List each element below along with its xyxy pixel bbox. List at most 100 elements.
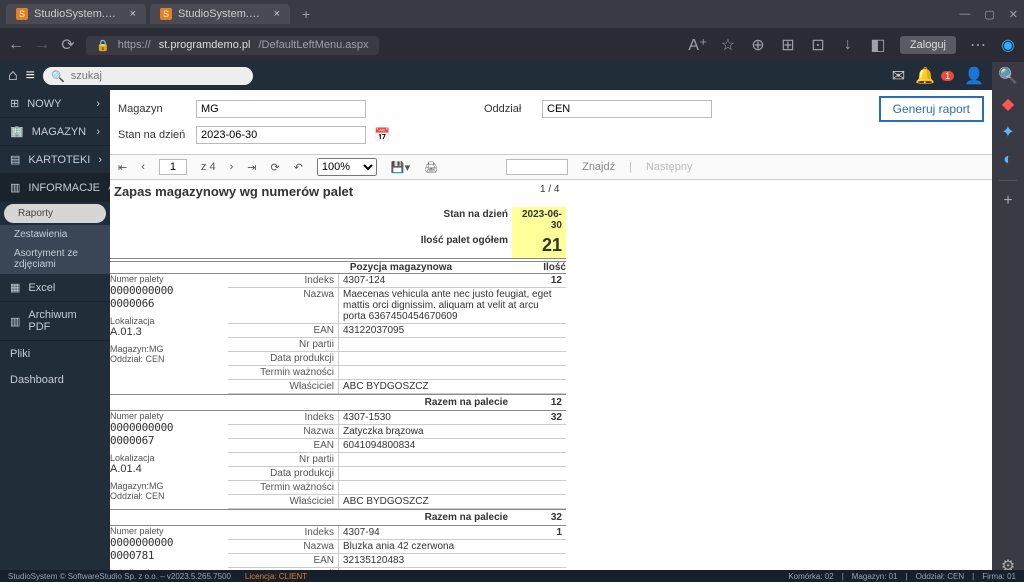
sidebar-item-excel[interactable]: ▦ Excel	[0, 274, 110, 302]
report-header: Stan na dzień2023-06-30 Ilość palet ogół…	[110, 207, 566, 259]
browser-tab-2[interactable]: S StudioSystem.NET (c) SoftwareS ×	[150, 4, 290, 24]
svg-text:S: S	[163, 9, 169, 19]
app-icon[interactable]: ◧	[870, 37, 886, 53]
sidebar-label: KARTOTEKI	[28, 154, 90, 166]
status-oddzial: Oddział: CEN	[916, 572, 964, 581]
user-avatar-icon[interactable]: 👤	[964, 66, 984, 86]
cards-icon: ▤	[10, 153, 20, 166]
sidebar-label: NOWY	[27, 98, 61, 110]
sidebar-item-dashboard[interactable]: Dashboard	[0, 367, 110, 393]
games-side-icon[interactable]: ◐	[1000, 152, 1016, 168]
export-icon[interactable]: 💾▾	[391, 161, 410, 174]
page-count: z 4	[201, 161, 216, 173]
browser-side-panel: 🔍 ◆ ✦ ◐ + ⚙	[992, 62, 1024, 582]
star-icon[interactable]: ☆	[720, 37, 736, 53]
status-firma: Firma: 01	[982, 572, 1016, 581]
page-number-input[interactable]	[159, 159, 187, 175]
sidebar-item-kartoteki[interactable]: ▤ KARTOTEKI	[0, 146, 110, 174]
add-side-icon[interactable]: +	[1000, 193, 1016, 209]
tab-close-icon[interactable]: ×	[130, 8, 136, 20]
report-group: Numer palety 00000000000000067Lokalizacj…	[110, 411, 566, 509]
calendar-icon[interactable]: 📅	[374, 127, 390, 143]
sidebar-sub-zestawienia[interactable]: Zestawienia	[0, 225, 110, 244]
window-close-icon[interactable]: ✕	[1009, 8, 1018, 21]
copilot-icon[interactable]: ◉	[1000, 37, 1016, 53]
first-page-icon[interactable]: ⇤	[118, 161, 127, 174]
status-komorka: Komórka: 02	[788, 572, 833, 581]
stan-input[interactable]	[196, 126, 366, 144]
refresh-icon[interactable]: ⟳	[270, 161, 279, 174]
search-side-icon[interactable]: 🔍	[1000, 68, 1016, 84]
col-pozycja: Pozycja magazynowa	[290, 262, 512, 273]
prev-page-icon[interactable]: ‹	[141, 161, 145, 173]
warehouse-icon: 🏢	[10, 125, 24, 138]
menu-icon[interactable]: ⋯	[970, 37, 986, 53]
oddzial-input[interactable]	[542, 100, 712, 118]
sidebar-sub-asortyment[interactable]: Asortyment ze zdjęciami	[0, 244, 110, 274]
generate-report-button[interactable]: Generuj raport	[879, 96, 984, 122]
extensions-icon[interactable]: ⊡	[810, 37, 826, 53]
url-prefix: https://	[118, 39, 151, 51]
stan-label: Stan na dzień	[118, 129, 188, 141]
mail-icon[interactable]: ✉	[892, 66, 905, 86]
oddzial-label: Oddział	[484, 103, 534, 115]
find-input[interactable]	[506, 159, 568, 175]
collections-icon[interactable]: ⊞	[780, 37, 796, 53]
tab-close-icon[interactable]: ×	[274, 8, 280, 20]
sidebar-item-nowy[interactable]: ⊞ NOWY	[0, 90, 110, 118]
window-minimize-icon[interactable]: —	[959, 8, 970, 21]
back-icon[interactable]: ↶	[294, 161, 303, 174]
browser-tab-1[interactable]: S StudioSystem.NET (c) SoftwareS ×	[6, 4, 146, 24]
downloads-icon[interactable]: ↓	[840, 37, 856, 53]
header-total-label: Ilość palet ogółem	[110, 233, 512, 258]
browser-tab-strip: S StudioSystem.NET (c) SoftwareS × S Stu…	[0, 0, 1024, 28]
sidebar-item-informacje[interactable]: ▥ INFORMACJE ˄	[0, 174, 110, 202]
hamburger-icon[interactable]: ≡	[26, 67, 35, 85]
print-icon[interactable]: 🖨	[424, 161, 438, 174]
find-next-button[interactable]: Następny	[646, 161, 692, 173]
sidebar-sub-raporty[interactable]: Raporty	[4, 204, 106, 223]
shopping-side-icon[interactable]: ◆	[1000, 96, 1016, 112]
url-host: st.programdemo.pl	[159, 39, 251, 51]
favicon-icon: S	[160, 8, 172, 20]
status-magazyn: Magazyn: 01	[852, 572, 898, 581]
app-search[interactable]: 🔍	[43, 67, 253, 85]
sidebar-item-magazyn[interactable]: 🏢 MAGAZYN	[0, 118, 110, 146]
app-area: ⌂ ≡ 🔍 ✉ 🔔1 👤 ⊞ NOWY 🏢 MAGAZYN ▤ KARTOTEK…	[0, 62, 992, 570]
nav-reload-icon[interactable]: ⟳	[60, 37, 76, 53]
nav-back-icon[interactable]: ←	[8, 37, 24, 53]
next-page-icon[interactable]: ›	[230, 161, 234, 173]
search-icon: 🔍	[51, 70, 65, 83]
col-ilosc: Ilość	[512, 262, 566, 273]
bell-icon[interactable]: 🔔	[915, 66, 935, 86]
favicon-icon: S	[16, 8, 28, 20]
sidebar-item-archiwum[interactable]: ▥ Archiwum PDF	[0, 302, 110, 341]
read-aloud-icon[interactable]: A⁺	[690, 37, 706, 53]
tools-side-icon[interactable]: ✦	[1000, 124, 1016, 140]
sidebar-label: Excel	[28, 282, 55, 294]
last-page-icon[interactable]: ⇥	[247, 161, 256, 174]
report-body[interactable]: Zapas magazynowy wg numerów palet 1 / 4 …	[110, 180, 992, 570]
magazyn-input[interactable]	[196, 100, 366, 118]
status-copyright: StudioSystem © SoftwareStudio Sp. z o.o.…	[8, 572, 231, 581]
report-toolbar: ⇤ ‹ z 4 › ⇥ ⟳ ↶ 100% 💾▾ 🖨 Znajdź | Nastę…	[110, 154, 992, 180]
sidebar-label: INFORMACJE	[28, 182, 100, 194]
find-button[interactable]: Znajdź	[582, 161, 615, 173]
nav-forward-icon[interactable]: →	[34, 37, 50, 53]
plus-square-icon: ⊞	[10, 97, 19, 110]
report-group: Numer palety 00000000000000066Lokalizacj…	[110, 274, 566, 394]
sum-row: Razem na palecie12	[110, 394, 566, 411]
window-maximize-icon[interactable]: ▢	[984, 8, 994, 21]
report-title: Zapas magazynowy wg numerów palet 1 / 4	[110, 180, 992, 207]
home-icon[interactable]: ⌂	[8, 67, 18, 85]
zoom-select[interactable]: 100%	[317, 158, 377, 176]
app-search-input[interactable]	[71, 70, 245, 82]
new-tab-icon[interactable]: +	[302, 6, 310, 22]
magazyn-label: Magazyn	[118, 103, 188, 115]
favorites-icon[interactable]: ⊕	[750, 37, 766, 53]
header-total-value: 21	[512, 233, 566, 258]
sidebar-label: Archiwum PDF	[28, 309, 100, 333]
browser-login-button[interactable]: Zaloguj	[900, 36, 956, 54]
sidebar-item-pliki[interactable]: Pliki	[0, 341, 110, 367]
url-input[interactable]: 🔒 https://st.programdemo.pl/DefaultLeftM…	[86, 36, 379, 55]
